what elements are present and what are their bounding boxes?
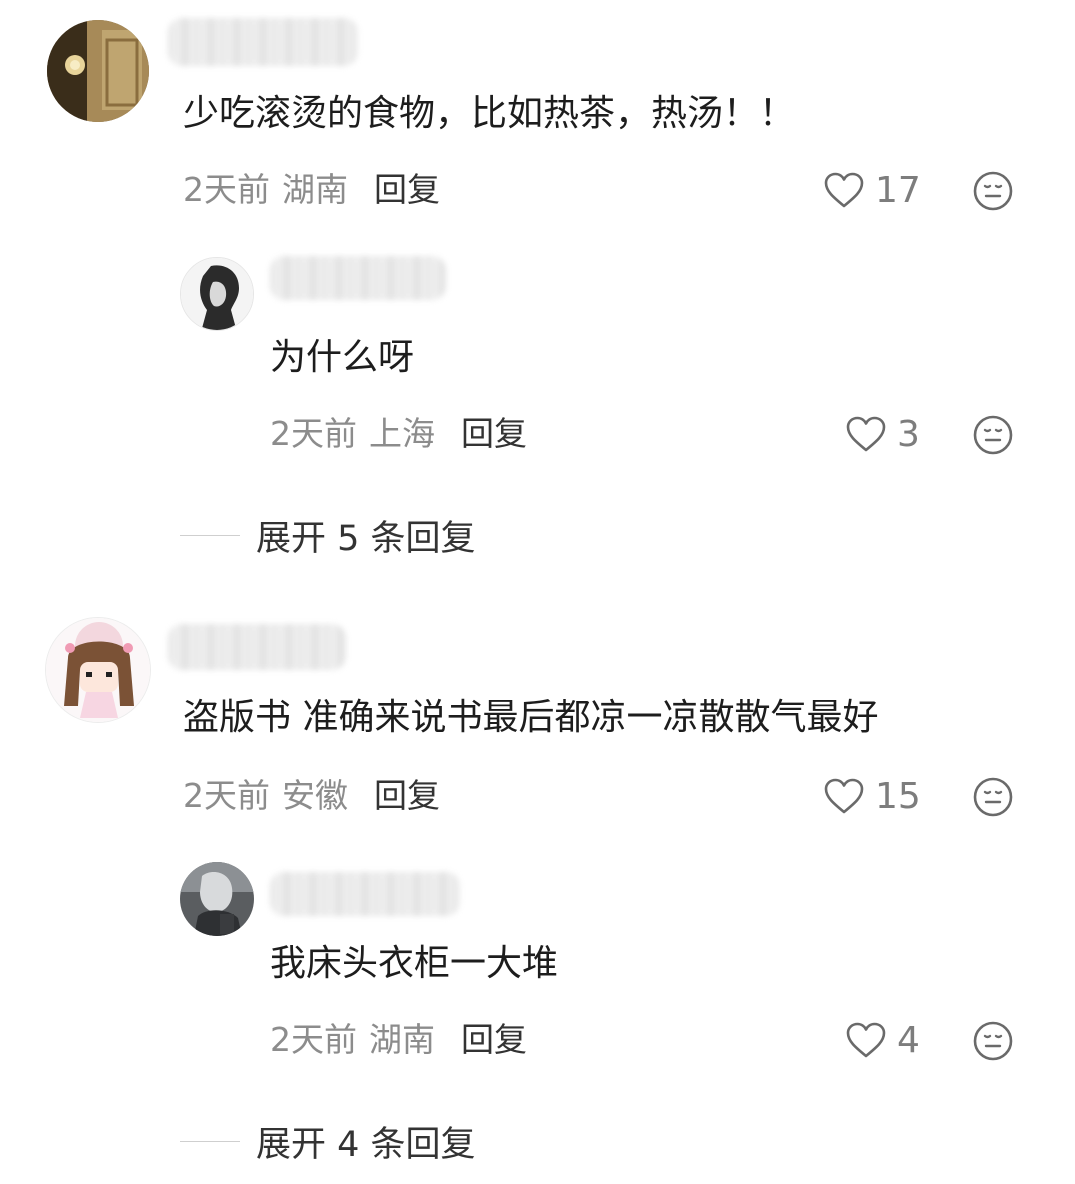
reply-location: 湖南 xyxy=(369,1020,435,1059)
heart-outline-icon xyxy=(824,778,864,814)
heart-outline-icon xyxy=(824,172,864,208)
comment-text: 少吃滚烫的食物，比如热茶，热汤！！ xyxy=(183,93,796,134)
like-count: 17 xyxy=(875,169,921,211)
username-redacted xyxy=(270,256,446,300)
comment-meta: 2天前 湖南 回复 xyxy=(183,170,440,210)
reply-button[interactable]: 回复 xyxy=(461,1020,527,1059)
avatar[interactable] xyxy=(180,257,254,331)
neutral-face-icon xyxy=(973,171,1013,211)
like-button[interactable]: 4 xyxy=(845,1019,920,1061)
reply-button[interactable]: 回复 xyxy=(374,776,440,815)
neutral-face-icon xyxy=(973,1021,1013,1061)
comment-time: 2天前 xyxy=(183,170,270,209)
like-button[interactable]: 17 xyxy=(823,169,921,211)
like-count: 3 xyxy=(897,413,920,455)
divider xyxy=(180,1141,240,1142)
like-button[interactable]: 3 xyxy=(845,413,920,455)
username-redacted xyxy=(168,624,346,670)
reply-button[interactable]: 回复 xyxy=(374,170,440,209)
reply-meta: 2天前 湖南 回复 xyxy=(270,1020,527,1060)
reply-time: 2天前 xyxy=(270,1020,357,1059)
reply-location: 上海 xyxy=(369,414,435,453)
reply-meta: 2天前 上海 回复 xyxy=(270,414,527,454)
avatar[interactable] xyxy=(45,617,151,723)
expand-replies-label: 展开 5 条回复 xyxy=(256,519,476,559)
reply-text: 我床头衣柜一大堆 xyxy=(270,943,559,984)
reply-time: 2天前 xyxy=(270,414,357,453)
divider xyxy=(180,535,240,536)
username-redacted xyxy=(168,18,358,66)
reaction-button[interactable] xyxy=(972,170,1014,212)
comment-time: 2天前 xyxy=(183,776,270,815)
like-count: 4 xyxy=(897,1019,920,1061)
avatar[interactable] xyxy=(47,20,149,122)
neutral-face-icon xyxy=(973,415,1013,455)
comment-location: 湖南 xyxy=(282,170,348,209)
expand-replies-label: 展开 4 条回复 xyxy=(256,1125,476,1165)
reaction-button[interactable] xyxy=(972,414,1014,456)
reply-button[interactable]: 回复 xyxy=(461,414,527,453)
avatar[interactable] xyxy=(180,862,254,936)
like-button[interactable]: 15 xyxy=(823,775,921,817)
like-count: 15 xyxy=(875,775,921,817)
neutral-face-icon xyxy=(973,777,1013,817)
username-redacted xyxy=(270,872,460,916)
comment-text: 盗版书 准确来说书最后都凉一凉散散气最好 xyxy=(183,697,879,738)
comment-location: 安徽 xyxy=(282,776,348,815)
reaction-button[interactable] xyxy=(972,776,1014,818)
reply-text: 为什么呀 xyxy=(270,337,415,378)
heart-outline-icon xyxy=(846,1022,886,1058)
expand-replies-button[interactable]: 展开 5 条回复 xyxy=(180,510,476,561)
expand-replies-button[interactable]: 展开 4 条回复 xyxy=(180,1116,476,1167)
heart-outline-icon xyxy=(846,416,886,452)
reaction-button[interactable] xyxy=(972,1020,1014,1062)
comment-meta: 2天前 安徽 回复 xyxy=(183,776,440,816)
